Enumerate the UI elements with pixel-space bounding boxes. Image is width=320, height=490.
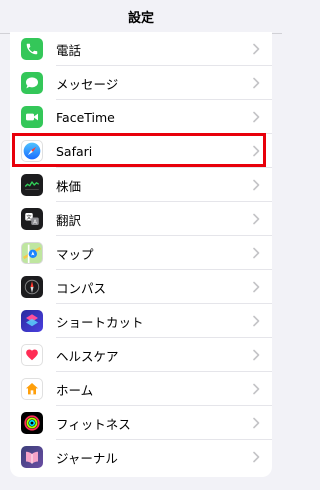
settings-row-translate[interactable]: 文A 翻訳 [10, 202, 272, 236]
settings-row-maps[interactable]: マップ [10, 236, 272, 270]
row-label: Safari [56, 143, 93, 159]
chevron-right-icon [253, 213, 260, 225]
shortcuts-icon [21, 310, 43, 332]
phone-icon [21, 38, 43, 60]
chevron-right-icon [253, 451, 260, 463]
safari-icon [21, 140, 43, 162]
settings-list: 電話 メッセージ FaceTime Safari 株価 文 A 翻訳 マップ コ… [10, 32, 272, 477]
compass-icon [21, 276, 43, 298]
row-label: メッセージ [56, 76, 119, 92]
chevron-right-icon [253, 383, 260, 395]
settings-row-safari[interactable]: Safari [10, 134, 272, 168]
settings-row-fitness[interactable]: フィットネス [10, 406, 272, 440]
fitness-icon [21, 412, 43, 434]
chevron-right-icon [253, 179, 260, 191]
row-label: ショートカット [56, 314, 144, 330]
page-title: 設定 [127, 10, 154, 26]
bottom-background [0, 478, 282, 490]
home-icon [21, 378, 43, 400]
translate-icon: 文A [21, 208, 43, 230]
chevron-right-icon [253, 145, 260, 157]
navigation-bar: 設定 [0, 0, 282, 34]
journal-icon [21, 446, 43, 468]
row-label: FaceTime [56, 109, 115, 125]
messages-icon [21, 72, 43, 94]
health-icon [21, 344, 43, 366]
chevron-right-icon [253, 111, 260, 123]
settings-row-journal[interactable]: ジャーナル [10, 440, 272, 474]
row-label: マップ [56, 246, 94, 262]
row-label: ジャーナル [56, 450, 118, 466]
maps-icon [21, 242, 43, 264]
chevron-right-icon [253, 417, 260, 429]
settings-row-compass[interactable]: コンパス [10, 270, 272, 304]
row-label: ホーム [56, 382, 94, 398]
settings-row-phone[interactable]: 電話 [10, 32, 272, 66]
chevron-right-icon [253, 43, 260, 55]
row-label: コンパス [56, 280, 107, 296]
facetime-icon [21, 106, 43, 128]
row-label: 翻訳 [56, 212, 82, 228]
settings-row-home[interactable]: ホーム [10, 372, 272, 406]
settings-row-stocks[interactable]: 株価 [10, 168, 272, 202]
settings-row-facetime[interactable]: FaceTime [10, 100, 272, 134]
chevron-right-icon [253, 315, 260, 327]
svg-text:A: A [33, 220, 37, 226]
settings-row-health[interactable]: ヘルスケア [10, 338, 272, 372]
chevron-right-icon [253, 281, 260, 293]
row-label: ヘルスケア [56, 348, 119, 364]
chevron-right-icon [253, 247, 260, 259]
chevron-right-icon [253, 77, 260, 89]
chevron-right-icon [253, 349, 260, 361]
stocks-icon [21, 174, 43, 196]
row-label: フィットネス [56, 416, 131, 432]
settings-row-shortcuts[interactable]: ショートカット [10, 304, 272, 338]
row-label: 電話 [56, 42, 82, 58]
row-label: 株価 [56, 178, 82, 194]
settings-row-messages[interactable]: メッセージ [10, 66, 272, 100]
